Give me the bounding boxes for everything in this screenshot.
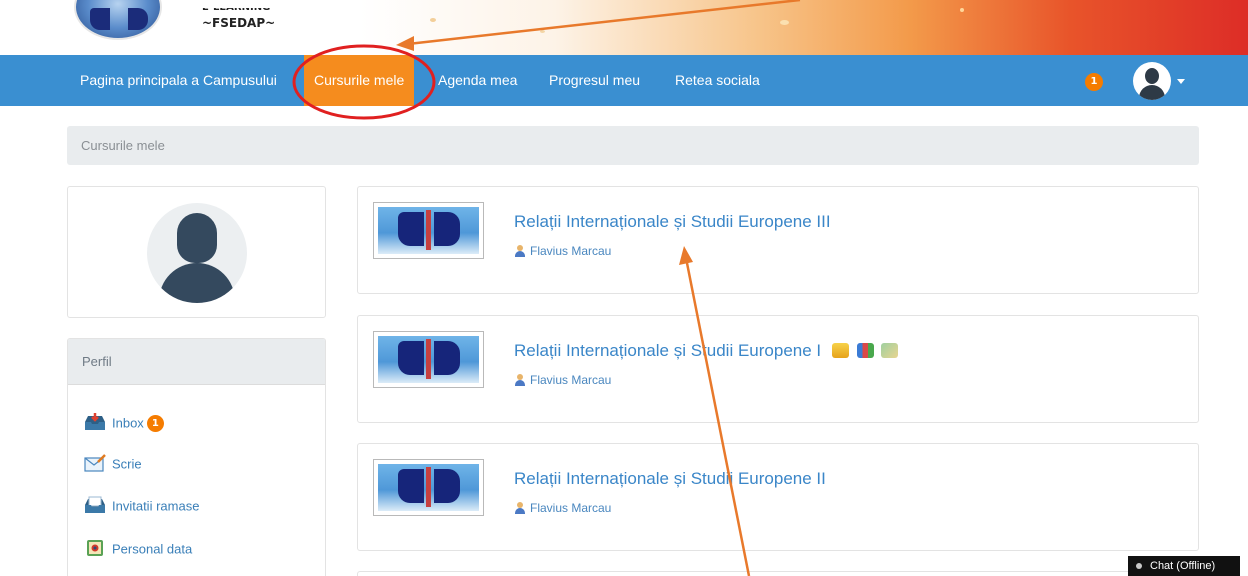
profile-avatar[interactable] xyxy=(147,203,247,303)
course-card[interactable]: Relații Internaționale și Studii Europen… xyxy=(357,443,1199,551)
breadcrumb: Cursurile mele xyxy=(67,126,1199,165)
notification-badge[interactable]: 1 xyxy=(1085,73,1103,91)
sidebar-item-personal-data[interactable]: Personal data xyxy=(84,538,192,560)
nav-item-my-progress[interactable]: Progresul meu xyxy=(539,55,650,106)
course-title[interactable]: Relații Internaționale și Studii Europen… xyxy=(514,212,831,232)
user-avatar-icon[interactable] xyxy=(1133,62,1171,100)
teacher-icon xyxy=(514,245,526,257)
course-thumbnail[interactable] xyxy=(373,331,484,388)
chat-status-button[interactable]: Chat (Offline) xyxy=(1128,556,1240,576)
teacher-icon xyxy=(514,374,526,386)
profile-panel: Perfil Inbox 1 Scrie Invitatii ramase Pe… xyxy=(67,338,326,576)
logo-line1: E-LEARNING xyxy=(202,8,275,14)
chevron-down-icon[interactable] xyxy=(1177,79,1185,84)
nav-item-campus-home[interactable]: Pagina principala a Campusului xyxy=(70,55,287,106)
invitations-label: Invitatii ramase xyxy=(112,498,200,514)
nav-item-my-courses[interactable]: Cursurile mele xyxy=(304,55,415,106)
inbox-label: Inbox xyxy=(112,415,144,431)
inbox-count-badge: 1 xyxy=(146,415,164,433)
chat-status-icon xyxy=(1136,563,1142,570)
site-logo[interactable] xyxy=(74,0,162,40)
site-header: E-LEARNING ~FSEDAP~ xyxy=(0,0,1248,55)
map-icon xyxy=(881,343,899,358)
nav-item-social-network[interactable]: Retea sociala xyxy=(665,55,770,106)
folder-icon xyxy=(831,343,849,358)
main-navigation: Pagina principala a Campusului Cursurile… xyxy=(0,55,1248,106)
header-banner xyxy=(360,0,1248,55)
logo-line2: ~FSEDAP~ xyxy=(202,16,276,30)
compose-mail-icon xyxy=(84,453,106,472)
course-card[interactable]: Relații Internaționale și Studii Europen… xyxy=(357,315,1199,423)
personal-data-icon xyxy=(84,539,106,557)
course-status-icons xyxy=(831,343,901,363)
inbox-icon xyxy=(84,412,106,431)
course-teacher: Flavius Marcau xyxy=(514,244,611,258)
course-title-link[interactable]: Relații Internaționale și Studii Europen… xyxy=(514,341,821,360)
course-card[interactable] xyxy=(357,571,1199,576)
teacher-icon xyxy=(514,502,526,514)
course-title: Relații Internaționale și Studii Europen… xyxy=(514,341,901,363)
invitations-icon xyxy=(84,496,106,514)
sidebar-item-compose[interactable]: Scrie xyxy=(84,453,142,475)
course-thumbnail[interactable] xyxy=(373,202,484,259)
course-teacher: Flavius Marcau xyxy=(514,373,611,387)
site-logo-text: E-LEARNING ~FSEDAP~ xyxy=(202,8,275,30)
teacher-name: Flavius Marcau xyxy=(530,244,612,258)
sidebar-item-invitations[interactable]: Invitatii ramase xyxy=(84,495,199,517)
profile-avatar-card xyxy=(67,186,326,318)
compose-label: Scrie xyxy=(112,456,142,472)
profile-panel-title: Perfil xyxy=(68,339,325,385)
teacher-name: Flavius Marcau xyxy=(530,501,612,515)
course-title[interactable]: Relații Internaționale și Studii Europen… xyxy=(514,469,826,489)
sidebar-item-inbox[interactable]: Inbox 1 xyxy=(84,412,164,434)
chat-label: Chat (Offline) xyxy=(1150,560,1216,572)
nav-item-my-agenda[interactable]: Agenda mea xyxy=(428,55,527,106)
course-thumbnail[interactable] xyxy=(373,459,484,516)
course-card[interactable]: Relații Internaționale și Studii Europen… xyxy=(357,186,1199,294)
teacher-name: Flavius Marcau xyxy=(530,373,612,387)
personal-data-label: Personal data xyxy=(112,541,193,557)
course-teacher: Flavius Marcau xyxy=(514,501,611,515)
books-icon xyxy=(856,343,874,358)
